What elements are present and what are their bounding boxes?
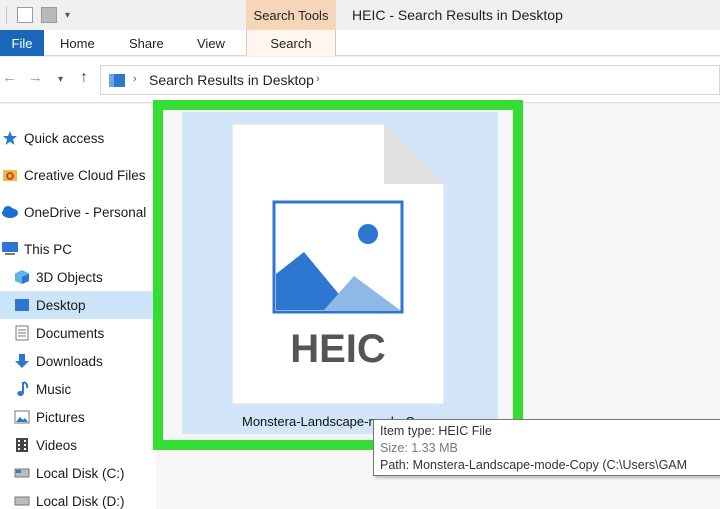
back-arrow-icon[interactable]: ← bbox=[2, 69, 17, 86]
desktop-icon bbox=[12, 295, 32, 315]
drive-icon bbox=[12, 463, 32, 483]
videos-icon bbox=[12, 435, 32, 455]
onedrive-icon bbox=[0, 202, 20, 222]
file-info-tooltip: Item type: HEIC File Size: 1.33 MB Path:… bbox=[373, 419, 720, 476]
tab-home[interactable]: Home bbox=[60, 30, 95, 56]
sidebar-item-label: Pictures bbox=[36, 409, 85, 425]
sidebar-item-label: Videos bbox=[36, 437, 78, 453]
sidebar-item-onedrive[interactable]: OneDrive - Personal bbox=[0, 198, 156, 226]
music-note-icon bbox=[12, 379, 32, 399]
sidebar-item-quick-access[interactable]: Quick access bbox=[0, 124, 156, 152]
sidebar-item-label: Local Disk (C:) bbox=[36, 465, 125, 481]
sidebar-item-local-disk-c[interactable]: Local Disk (C:) bbox=[0, 459, 156, 487]
tooltip-size: Size: 1.33 MB bbox=[380, 441, 458, 455]
tooltip-item-type: Item type: HEIC File bbox=[380, 424, 492, 438]
quick-access-toolbar: ▾ bbox=[0, 4, 70, 26]
navigation-bar: ← → ▾ ↑ › Search Results in Desktop › bbox=[0, 57, 720, 103]
properties-icon[interactable] bbox=[17, 7, 33, 23]
sidebar-item-label: Music bbox=[36, 381, 72, 397]
breadcrumb[interactable]: Search Results in Desktop bbox=[149, 72, 314, 88]
tab-view[interactable]: View bbox=[197, 30, 225, 56]
sidebar-item-documents[interactable]: Documents bbox=[0, 319, 156, 347]
up-arrow-icon[interactable]: ↑ bbox=[80, 69, 88, 87]
highlight-frame bbox=[153, 100, 523, 450]
window-title: HEIC - Search Results in Desktop bbox=[352, 7, 563, 23]
search-results-location-icon bbox=[109, 74, 125, 87]
sidebar-item-videos[interactable]: Videos bbox=[0, 431, 156, 459]
sidebar-item-3d-objects[interactable]: 3D Objects bbox=[0, 263, 156, 291]
breadcrumb-chevron-icon[interactable]: › bbox=[316, 73, 320, 85]
computer-icon bbox=[0, 239, 20, 259]
title-bar: ▾ Search Tools HEIC - Search Results in … bbox=[0, 0, 720, 30]
search-tools-contextual-tab: Search Tools bbox=[246, 0, 336, 30]
sidebar-item-desktop[interactable]: Desktop bbox=[0, 291, 156, 319]
breadcrumb-chevron-icon[interactable]: › bbox=[133, 73, 137, 85]
customize-toolbar-chevron-icon[interactable]: ▾ bbox=[65, 10, 70, 21]
tab-file[interactable]: File bbox=[0, 30, 44, 56]
sidebar-item-music[interactable]: Music bbox=[0, 375, 156, 403]
ribbon-tabs: File Home Share View Search bbox=[0, 30, 720, 56]
sidebar-item-label: OneDrive - Personal bbox=[24, 204, 147, 220]
tab-share[interactable]: Share bbox=[129, 30, 164, 56]
sidebar-item-label: Creative Cloud Files bbox=[24, 167, 146, 183]
documents-icon bbox=[12, 323, 32, 343]
navigation-pane: Quick access Creative Cloud Files OneDri… bbox=[0, 104, 156, 509]
sidebar-item-label: Documents bbox=[36, 325, 105, 341]
sidebar-item-label: Desktop bbox=[36, 297, 86, 313]
recent-locations-chevron-icon[interactable]: ▾ bbox=[58, 74, 63, 85]
sidebar-item-local-disk-d[interactable]: Local Disk (D:) bbox=[0, 487, 156, 509]
new-folder-icon[interactable] bbox=[41, 7, 57, 23]
sidebar-item-creative-cloud-files[interactable]: Creative Cloud Files bbox=[0, 161, 156, 189]
tab-search[interactable]: Search bbox=[246, 30, 336, 56]
address-bar[interactable]: › Search Results in Desktop › bbox=[100, 65, 720, 95]
sidebar-item-label: Local Disk (D:) bbox=[36, 493, 125, 509]
sidebar-item-label: This PC bbox=[24, 241, 73, 257]
sidebar-item-label: Downloads bbox=[36, 353, 103, 369]
sidebar-item-this-pc[interactable]: This PC bbox=[0, 235, 156, 263]
creative-cloud-icon bbox=[0, 165, 20, 185]
sidebar-item-pictures[interactable]: Pictures bbox=[0, 403, 156, 431]
sidebar-item-downloads[interactable]: Downloads bbox=[0, 347, 156, 375]
tooltip-path: Path: Monstera-Landscape-mode-Copy (C:\U… bbox=[380, 458, 688, 472]
download-arrow-icon bbox=[12, 351, 32, 371]
sidebar-item-label: 3D Objects bbox=[36, 269, 103, 285]
sidebar-item-label: Quick access bbox=[24, 130, 105, 146]
forward-arrow-icon[interactable]: → bbox=[28, 69, 43, 86]
toolbar-divider bbox=[6, 6, 7, 24]
star-icon bbox=[0, 128, 20, 148]
pictures-icon bbox=[12, 407, 32, 427]
cube-icon bbox=[12, 267, 32, 287]
drive-icon bbox=[12, 491, 32, 509]
